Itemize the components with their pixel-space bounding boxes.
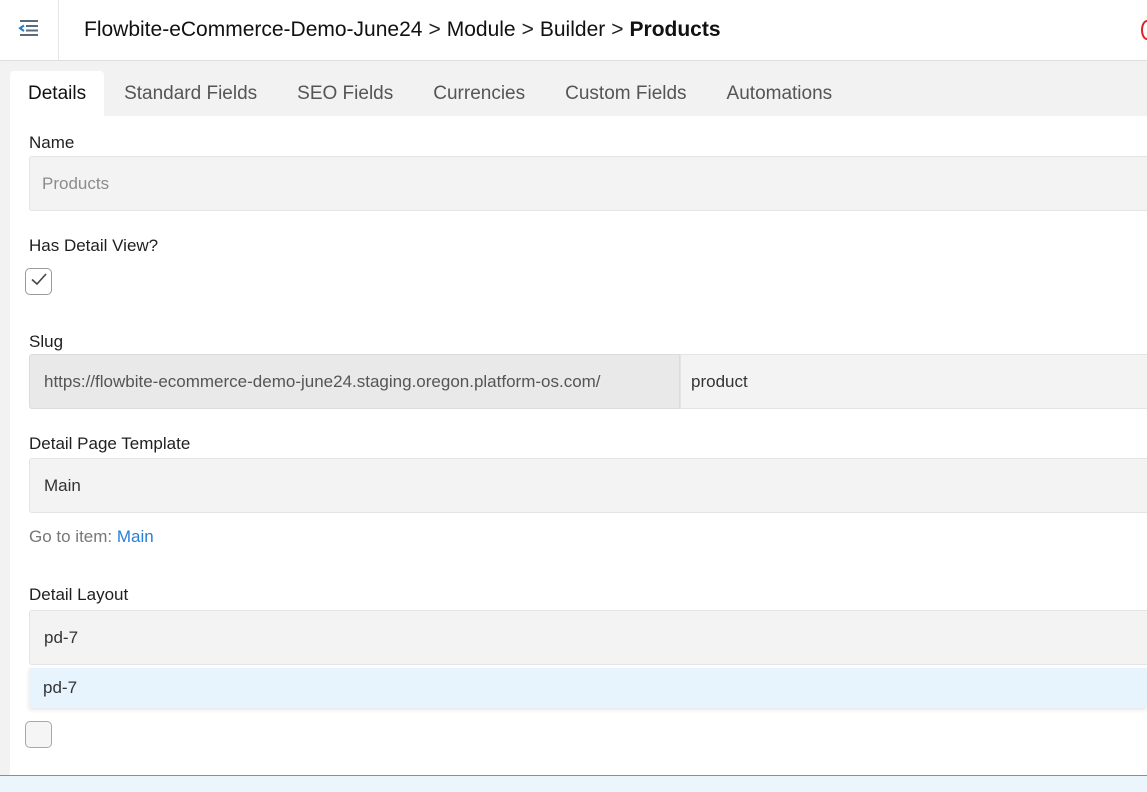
extra-checkbox[interactable] bbox=[25, 721, 52, 748]
content-area: Details Standard Fields SEO Fields Curre… bbox=[0, 61, 1147, 792]
name-input[interactable]: Products bbox=[29, 156, 1147, 211]
collapse-menu-icon bbox=[17, 18, 41, 43]
status-indicator-icon[interactable] bbox=[1141, 20, 1147, 40]
detail-page-template-select[interactable]: Main bbox=[29, 458, 1147, 513]
detail-layout-label: Detail Layout bbox=[29, 585, 129, 604]
breadcrumb-separator: > bbox=[611, 18, 624, 41]
breadcrumb-current: Products bbox=[629, 18, 721, 41]
detail-page-template-label: Detail Page Template bbox=[29, 434, 191, 453]
detail-layout-option[interactable]: pd-7 bbox=[29, 668, 1147, 708]
name-label: Name bbox=[29, 133, 75, 152]
tab-details[interactable]: Details bbox=[10, 71, 105, 116]
breadcrumb: Flowbite-eCommerce-Demo-June24 > Module … bbox=[84, 15, 721, 45]
detail-layout-select[interactable]: pd-7 bbox=[29, 610, 1147, 665]
goto-item-link[interactable]: Main bbox=[117, 527, 154, 546]
details-panel: Name Products Has Detail View? Slug http… bbox=[10, 116, 1147, 776]
breadcrumb-separator: > bbox=[428, 18, 441, 41]
has-detail-view-label: Has Detail View? bbox=[29, 236, 159, 255]
tab-currencies[interactable]: Currencies bbox=[413, 71, 545, 116]
tab-standard-fields[interactable]: Standard Fields bbox=[104, 71, 277, 116]
goto-item-label: Go to item: bbox=[29, 527, 113, 546]
goto-item: Go to item: Main bbox=[29, 527, 154, 547]
bottom-bar bbox=[0, 775, 1147, 792]
slug-input[interactable]: product bbox=[680, 354, 1147, 409]
collapse-menu-button[interactable] bbox=[0, 0, 59, 60]
tab-automations[interactable]: Automations bbox=[707, 71, 853, 116]
slug-prefix: https://flowbite-ecommerce-demo-june24.s… bbox=[29, 354, 680, 409]
tab-custom-fields[interactable]: Custom Fields bbox=[545, 71, 706, 116]
slug-label: Slug bbox=[29, 332, 64, 351]
breadcrumb-builder[interactable]: Builder bbox=[540, 18, 605, 42]
tab-bar: Details Standard Fields SEO Fields Curre… bbox=[10, 71, 852, 116]
breadcrumb-module[interactable]: Module bbox=[447, 18, 516, 42]
breadcrumb-separator: > bbox=[521, 18, 534, 41]
tab-seo-fields[interactable]: SEO Fields bbox=[277, 71, 413, 116]
breadcrumb-site[interactable]: Flowbite-eCommerce-Demo-June24 bbox=[84, 18, 422, 42]
top-bar: Flowbite-eCommerce-Demo-June24 > Module … bbox=[0, 0, 1147, 61]
checkmark-icon bbox=[30, 271, 48, 292]
has-detail-view-checkbox[interactable] bbox=[25, 268, 52, 295]
